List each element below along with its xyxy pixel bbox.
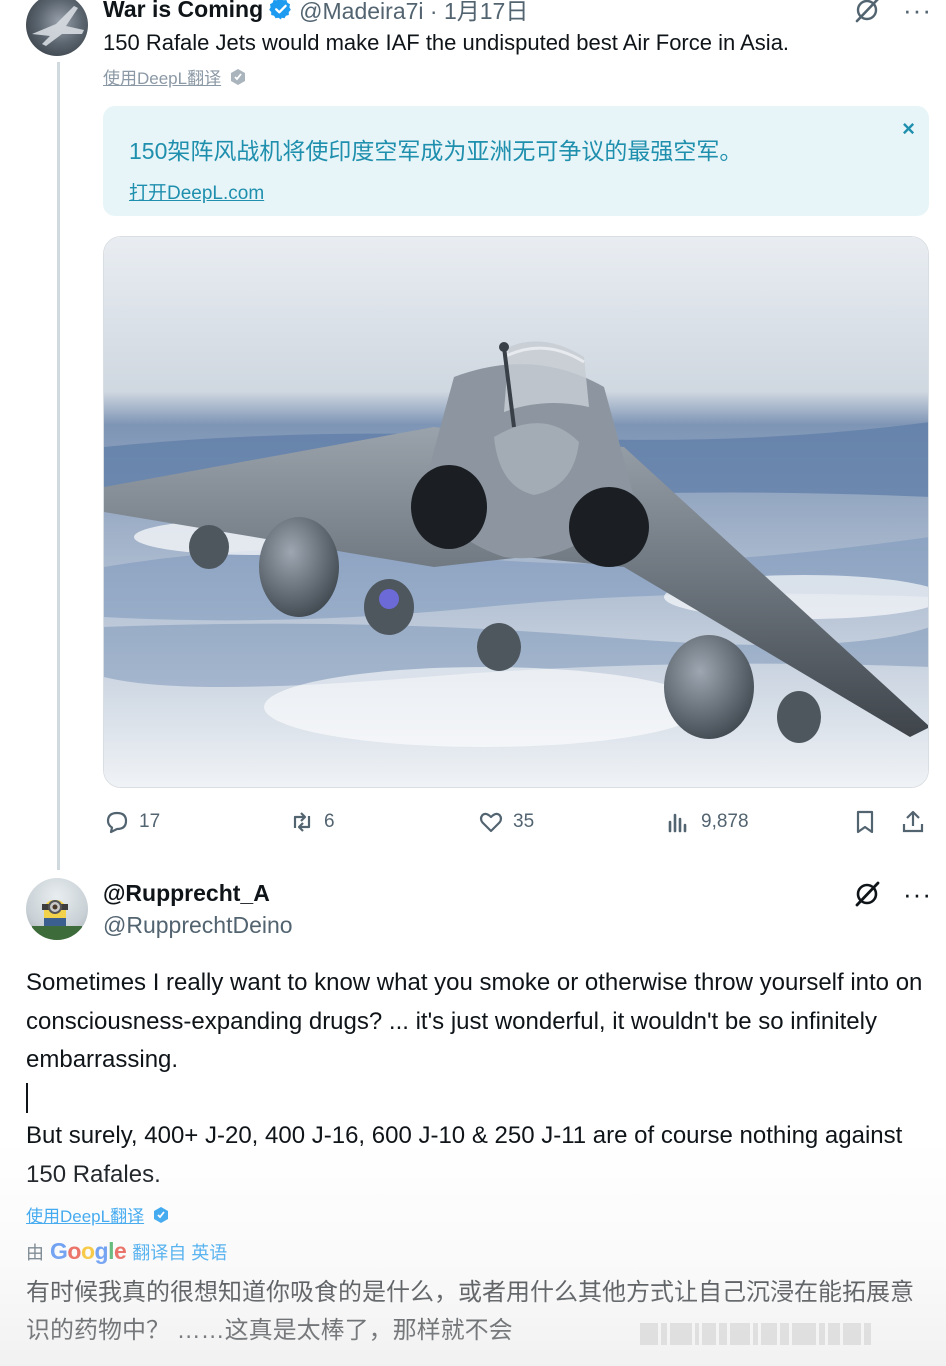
verified-badge-icon [269, 0, 291, 20]
google-logo-icon: Google [50, 1238, 127, 1264]
like-button[interactable]: 35 [477, 808, 534, 836]
avatar[interactable] [26, 0, 88, 56]
like-icon [479, 812, 503, 833]
share-button[interactable] [899, 808, 927, 836]
more-icon[interactable]: ··· [903, 0, 932, 23]
translate-link-label[interactable]: 使用DeepL翻译 [103, 64, 221, 89]
text-cursor [26, 1083, 28, 1113]
bookmark-icon [856, 810, 874, 834]
translation-box: 150架阵风战机将使印度空军成为亚洲无可争议的最强空军。 打开DeepL.com… [103, 106, 929, 216]
close-icon[interactable]: × [902, 116, 915, 142]
watermark [640, 1320, 930, 1348]
repost-button[interactable]: 6 [288, 808, 335, 836]
grok-icon[interactable] [853, 880, 881, 908]
author-handle[interactable]: @Madeira7i · 1月17日 [299, 0, 528, 26]
repost-icon [293, 812, 311, 832]
google-prefix: 由 [26, 1242, 44, 1263]
bookmark-button[interactable] [851, 808, 879, 836]
avatar[interactable] [26, 878, 88, 940]
rafale-jet-photo [104, 237, 928, 787]
views-count: 9,878 [701, 811, 749, 832]
tweet-top-actions: ··· [853, 0, 932, 24]
translate-link-label[interactable]: 使用DeepL翻译 [26, 1202, 144, 1227]
google-translate-link[interactable]: 翻译自 英语 [132, 1239, 227, 1265]
deepl-shield-icon [154, 1206, 169, 1223]
translation-text: 150架阵风战机将使印度空军成为亚洲无可争议的最强空军。 [129, 138, 743, 164]
repost-count: 6 [324, 811, 335, 832]
tweet-header: War is Coming @Madeira7i · 1月17日 [103, 0, 528, 24]
like-count: 35 [513, 811, 535, 832]
tweet-top-actions: ··· [853, 880, 932, 908]
author-name[interactable]: War is Coming [103, 0, 263, 23]
deepl-shield-icon [231, 68, 246, 85]
tweet-actions-bar: 17 6 35 9,878 [103, 808, 933, 842]
more-icon[interactable]: ··· [903, 881, 932, 907]
tweet-text-paragraph: But surely, 400+ J-20, 400 J-16, 600 J-1… [26, 1122, 903, 1188]
tweet-image-rafale-jet[interactable] [103, 236, 929, 788]
author-name[interactable]: @Rupprecht_A [103, 880, 270, 907]
share-icon [902, 810, 924, 833]
grok-icon[interactable] [853, 0, 881, 24]
reply-icon [106, 811, 128, 834]
tweet-text: Sometimes I really want to know what you… [26, 969, 923, 1073]
tweet-text: 150 Rafale Jets would make IAF the undis… [103, 30, 790, 55]
reply-count: 17 [139, 811, 161, 832]
views-button[interactable]: 9,878 [665, 808, 749, 836]
open-deepl-link[interactable]: 打开DeepL.com [129, 178, 264, 205]
author-handle[interactable]: @RupprechtDeino [103, 912, 293, 939]
reply-button[interactable]: 17 [103, 808, 160, 836]
google-translate-attribution: 由 Google 翻译自 英语 [26, 1238, 227, 1265]
translate-link[interactable]: 使用DeepL翻译 [103, 64, 247, 89]
thread-line [57, 62, 60, 870]
views-icon [668, 813, 687, 833]
translate-link[interactable]: 使用DeepL翻译 [26, 1202, 170, 1227]
